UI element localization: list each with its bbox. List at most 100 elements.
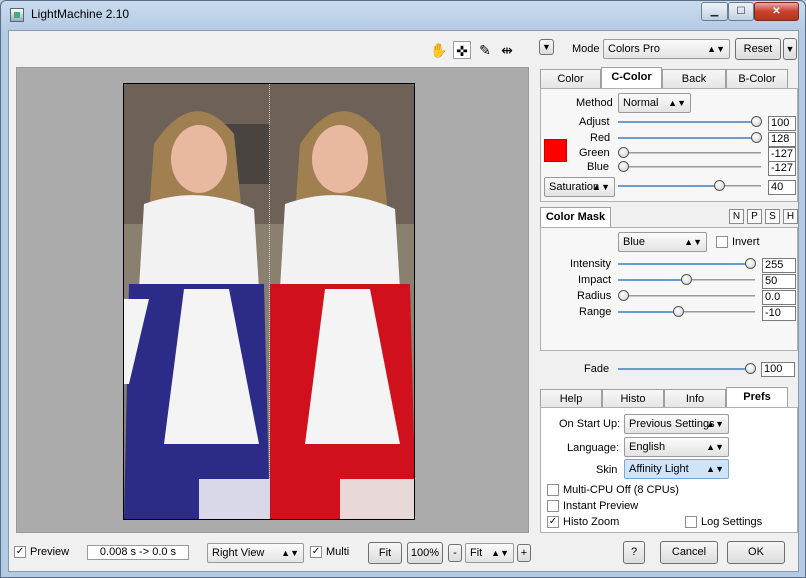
image-canvas[interactable] <box>16 67 529 533</box>
mask-button-n[interactable]: N <box>729 209 744 224</box>
green-slider[interactable] <box>618 146 761 160</box>
fit-button[interactable]: Fit <box>368 542 402 564</box>
mode-label: Mode <box>572 43 600 55</box>
tab-histo[interactable]: Histo <box>602 389 664 408</box>
impact-label: Impact <box>578 274 612 286</box>
tab-back[interactable]: Back <box>662 69 726 88</box>
reset-button[interactable]: Reset <box>735 38 781 60</box>
app-window: LightMachine 2.10 ▁ ☐ ✕ ✋ ✜ ✎ ⇹ ▼ Mode C… <box>0 0 806 578</box>
color-mask-panel: Blue ▲▼ Invert Intensity 255 Impact 50 Ra… <box>540 227 798 351</box>
multi-checkbox[interactable]: ✓ <box>310 546 322 558</box>
blue-slider[interactable] <box>618 160 761 174</box>
tab-help[interactable]: Help <box>540 389 602 408</box>
invert-label: Invert <box>732 236 760 248</box>
log-settings-checkbox[interactable] <box>685 516 697 528</box>
color-swatch[interactable] <box>544 139 567 162</box>
instant-preview-label: Instant Preview <box>563 500 639 512</box>
preview-label: Preview <box>30 546 70 558</box>
multicpu-checkbox[interactable] <box>547 484 559 496</box>
method-label: Method <box>576 97 613 109</box>
method-select[interactable]: Normal ▲▼ <box>618 93 691 113</box>
intensity-label: Intensity <box>570 258 611 270</box>
tab-color[interactable]: Color <box>540 69 601 88</box>
tab-b-color[interactable]: B-Color <box>726 69 788 88</box>
adjust-slider[interactable] <box>618 115 762 129</box>
red-slider[interactable] <box>618 131 762 145</box>
reset-dropdown-button[interactable]: ▼ <box>783 38 797 60</box>
tab-prefs[interactable]: Prefs <box>726 387 788 408</box>
instant-preview-checkbox[interactable] <box>547 500 559 512</box>
cancel-button[interactable]: Cancel <box>660 541 718 564</box>
green-value[interactable]: -127 <box>768 147 796 162</box>
red-label: Red <box>590 132 611 144</box>
blue-label: Blue <box>587 161 610 173</box>
close-button[interactable]: ✕ <box>754 2 799 21</box>
view-select[interactable]: Right View ▲▼ <box>207 543 304 563</box>
saturation-select[interactable]: Saturation ▲▼ <box>544 177 615 197</box>
eyedropper-icon[interactable]: ✎ <box>476 41 494 59</box>
split-divider[interactable] <box>269 84 270 519</box>
language-select[interactable]: English ▲▼ <box>624 437 729 457</box>
impact-value[interactable]: 50 <box>762 274 796 289</box>
startup-select[interactable]: Previous Settings ▲▼ <box>624 414 729 434</box>
title-bar[interactable]: LightMachine 2.10 ▁ ☐ ✕ <box>1 1 805 29</box>
preview-checkbox[interactable]: ✓ <box>14 546 26 558</box>
hand-icon[interactable]: ✋ <box>430 41 448 59</box>
adjust-label: Adjust <box>579 116 610 128</box>
mask-button-h[interactable]: H <box>783 209 798 224</box>
radius-label: Radius <box>577 290 612 302</box>
split-compare-icon[interactable]: ⇹ <box>498 41 516 59</box>
zoom-in-button[interactable]: + <box>517 544 531 562</box>
saturation-value[interactable]: 40 <box>768 180 796 195</box>
timing-readout: 0.008 s -> 0.0 s <box>87 545 189 560</box>
adjust-value[interactable]: 100 <box>768 116 796 131</box>
impact-slider[interactable] <box>618 273 755 287</box>
multi-label: Multi <box>326 546 350 558</box>
minimize-button[interactable]: ▁ <box>701 2 728 21</box>
crosshair-icon[interactable]: ✜ <box>453 41 471 59</box>
ok-button[interactable]: OK <box>727 541 785 564</box>
tab-c-color[interactable]: C-Color <box>601 67 662 88</box>
invert-checkbox[interactable] <box>716 236 728 248</box>
red-value[interactable]: 128 <box>768 132 796 147</box>
intensity-value[interactable]: 255 <box>762 258 796 273</box>
mask-button-s[interactable]: S <box>765 209 780 224</box>
mask-channel-select[interactable]: Blue ▲▼ <box>618 232 707 252</box>
mask-button-p[interactable]: P <box>747 209 762 224</box>
language-label: Language: <box>567 442 619 454</box>
radius-value[interactable]: 0.0 <box>762 290 796 305</box>
fade-label: Fade <box>584 363 610 375</box>
range-value[interactable]: -10 <box>762 306 796 321</box>
maximize-button[interactable]: ☐ <box>728 2 754 21</box>
tab-info[interactable]: Info <box>664 389 726 408</box>
c-color-panel: Method Normal ▲▼ Adjust 100 Red 128 Green… <box>540 88 798 202</box>
mode-select[interactable]: Colors Pro ▲▼ <box>603 39 730 59</box>
prefs-panel: On Start Up: Previous Settings ▲▼ Languag… <box>540 407 798 533</box>
saturation-slider[interactable] <box>618 179 761 193</box>
app-icon <box>10 8 24 22</box>
tab-color-mask[interactable]: Color Mask <box>540 207 611 228</box>
blue-value[interactable]: -127 <box>768 161 796 176</box>
range-slider[interactable] <box>618 305 755 319</box>
intensity-slider[interactable] <box>618 257 756 271</box>
radius-slider[interactable] <box>618 289 755 303</box>
window-title: LightMachine 2.10 <box>31 7 130 21</box>
startup-label: On Start Up: <box>559 418 621 430</box>
histo-zoom-checkbox[interactable]: ✓ <box>547 516 559 528</box>
zoom-select[interactable]: Fit ▲▼ <box>465 543 514 563</box>
range-label: Range <box>579 306 612 318</box>
original-image-half <box>124 84 270 519</box>
skin-select[interactable]: Affinity Light ▲▼ <box>624 459 729 479</box>
zoom-out-button[interactable]: - <box>448 544 462 562</box>
options-dropdown-button[interactable]: ▼ <box>539 39 554 55</box>
help-button[interactable]: ? <box>623 541 645 564</box>
client-area: ✋ ✜ ✎ ⇹ ▼ Mode Colors Pro ▲▼ Reset ▼ Col… <box>8 30 799 572</box>
fade-slider[interactable] <box>618 362 756 376</box>
histo-zoom-label: Histo Zoom <box>563 516 620 528</box>
processed-image-half <box>270 84 414 519</box>
skin-label: Skin <box>596 464 618 476</box>
fade-value[interactable]: 100 <box>761 362 795 377</box>
multicpu-label: Multi-CPU Off (8 CPUs) <box>563 484 679 496</box>
zoom-100-button[interactable]: 100% <box>407 542 443 564</box>
green-label: Green <box>579 147 610 159</box>
